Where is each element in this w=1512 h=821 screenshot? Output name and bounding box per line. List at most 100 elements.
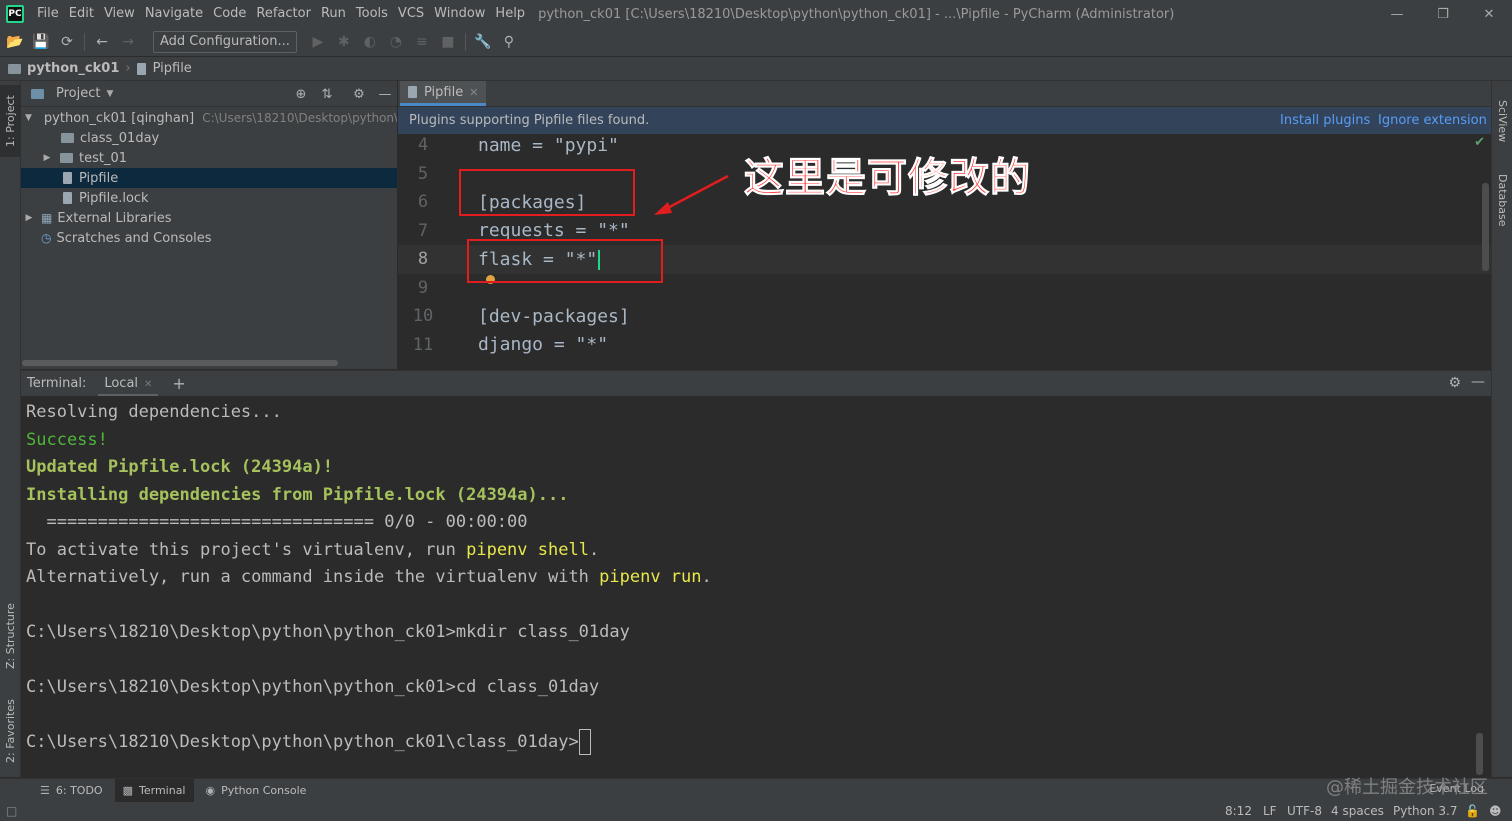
minimize-button[interactable]: — — [1374, 0, 1420, 28]
terminal-tab-local[interactable]: Local ✕ — [98, 371, 159, 396]
inspection-ok-icon[interactable]: ✔ — [1474, 135, 1485, 150]
tree-item-pipfile[interactable]: Pipfile — [21, 168, 397, 188]
terminal-line: C:\Users\18210\Desktop\python\python_ck0… — [26, 622, 630, 642]
chevron-down-icon[interactable]: ▼ — [106, 89, 113, 99]
terminal-vertical-scrollbar[interactable] — [1476, 733, 1483, 775]
inspector-icon[interactable]: ☻ — [1489, 804, 1502, 818]
debug-icon[interactable]: ✱ — [331, 29, 357, 55]
editor-vertical-scrollbar[interactable] — [1482, 183, 1489, 271]
gear-icon[interactable]: ⚙ — [349, 85, 369, 103]
tab-sciview-tool[interactable]: SciView — [1492, 91, 1512, 151]
terminal-line: Resolving dependencies... — [26, 402, 282, 422]
menu-tools[interactable]: Tools — [351, 0, 393, 28]
indent-setting[interactable]: 4 spaces — [1331, 804, 1384, 818]
close-tab-icon[interactable]: ✕ — [469, 86, 478, 99]
menu-run[interactable]: Run — [316, 0, 351, 28]
tree-item-test-01[interactable]: ▶ test_01 — [21, 148, 397, 168]
tree-item-class-01day[interactable]: class_01day — [21, 128, 397, 148]
horizontal-scrollbar[interactable] — [22, 360, 338, 366]
ignore-extension-link[interactable]: Ignore extension — [1378, 113, 1487, 128]
caret-position[interactable]: 8:12 — [1225, 804, 1252, 818]
tree-item-pipfile-lock[interactable]: Pipfile.lock — [21, 188, 397, 208]
left-tool-strip: 1: Project Z: Structure 2: Favorites — [0, 81, 21, 777]
search-icon[interactable]: ⚲ — [496, 29, 522, 55]
forward-arrow-icon[interactable]: → — [115, 29, 141, 55]
project-panel-header: Project ▼ ⊕ ⇅ ⚙ — — [21, 81, 397, 107]
tab-pipfile[interactable]: Pipfile ✕ — [400, 81, 487, 106]
python-icon: ◉ — [205, 784, 216, 797]
main-toolbar: 📂 💾 ⟳ ← → Add Configuration... ▶ ✱ ◐ ◔ ≡… — [0, 28, 1512, 57]
concurrency-icon[interactable]: ≡ — [409, 29, 435, 55]
line-separator[interactable]: LF — [1263, 804, 1277, 818]
python-interpreter[interactable]: Python 3.7 — [1393, 804, 1458, 818]
menu-vcs[interactable]: VCS — [393, 0, 429, 28]
wrench-settings-icon[interactable]: 🔧 — [470, 29, 496, 55]
close-button[interactable]: ✕ — [1466, 0, 1512, 28]
menu-navigate[interactable]: Navigate — [140, 0, 208, 28]
terminal-line: To activate this project's virtualenv, r… — [26, 539, 600, 560]
install-plugins-link[interactable]: Install plugins — [1280, 113, 1370, 128]
menu-code[interactable]: Code — [208, 0, 251, 28]
open-folder-icon[interactable]: 📂 — [2, 29, 28, 55]
breadcrumb-file[interactable]: Pipfile — [136, 61, 192, 76]
terminal-line: Installing dependencies from Pipfile.loc… — [26, 484, 569, 505]
back-arrow-icon[interactable]: ← — [89, 29, 115, 55]
tab-todo[interactable]: ☰ 6: TODO — [32, 779, 111, 803]
terminal-output[interactable]: Resolving dependencies... Success! Updat… — [26, 397, 1476, 777]
tab-favorites-tool[interactable]: 2: Favorites — [0, 691, 21, 771]
hide-panel-icon[interactable]: — — [375, 85, 395, 103]
annotation-arrow-icon — [654, 174, 729, 215]
save-all-icon[interactable]: 💾 — [28, 29, 54, 55]
terminal-icon: ▩ — [122, 784, 133, 797]
code-line[interactable]: 10 [dev-packages] — [398, 302, 1491, 331]
menu-refactor[interactable]: Refactor — [251, 0, 316, 28]
stop-icon[interactable]: ■ — [435, 29, 461, 55]
editor-tab-bar: Pipfile ✕ — [398, 81, 1491, 107]
menu-help[interactable]: Help — [490, 0, 530, 28]
scratches-icon: ◷ — [41, 231, 52, 245]
add-configuration-button[interactable]: Add Configuration... — [153, 31, 297, 53]
file-encoding[interactable]: UTF-8 — [1287, 804, 1322, 818]
menu-edit[interactable]: Edit — [64, 0, 99, 28]
project-view-selector[interactable]: Project — [56, 86, 100, 101]
tab-terminal[interactable]: ▩ Terminal — [114, 778, 194, 803]
terminal-tool-window: Terminal: Local ✕ + ⚙ — Resolving depende… — [21, 370, 1491, 777]
hide-panel-icon[interactable]: — — [1471, 374, 1485, 390]
status-bar: □ 8:12 LF UTF-8 4 spaces Python 3.7 🔓 ☻ — [0, 802, 1512, 821]
lock-icon[interactable]: 🔓 — [1465, 804, 1480, 818]
file-icon — [136, 62, 146, 75]
tree-item-project-root[interactable]: ▼ python_ck01 [qinghan] C:\Users\18210\D… — [21, 108, 397, 128]
coverage-icon[interactable]: ◐ — [357, 29, 383, 55]
locate-file-icon[interactable]: ⊕ — [291, 85, 311, 103]
gear-icon[interactable]: ⚙ — [1448, 375, 1461, 391]
library-icon: ▦ — [41, 211, 53, 225]
collapsed-arrow-icon[interactable]: ▶ — [41, 153, 53, 163]
terminal-prompt: C:\Users\18210\Desktop\python\python_ck0… — [26, 729, 591, 755]
expanded-arrow-icon[interactable]: ▼ — [25, 113, 32, 123]
run-icon[interactable]: ▶ — [305, 29, 331, 55]
sync-icon[interactable]: ⟳ — [54, 29, 80, 55]
collapse-all-icon[interactable]: ⇅ — [317, 85, 337, 103]
terminal-label: Terminal: — [27, 376, 87, 391]
menu-window[interactable]: Window — [429, 0, 490, 28]
annotation-box-flask — [467, 239, 663, 283]
close-tab-icon[interactable]: ✕ — [144, 379, 152, 390]
new-terminal-button[interactable]: + — [172, 374, 185, 393]
tree-item-external-libraries[interactable]: ▶ ▦ External Libraries — [21, 208, 397, 228]
tab-structure-tool[interactable]: Z: Structure — [0, 596, 21, 676]
collapsed-arrow-icon[interactable]: ▶ — [23, 213, 35, 223]
project-tool-window: Project ▼ ⊕ ⇅ ⚙ — ▼ python_ck01 [qinghan… — [21, 81, 398, 369]
breadcrumb-project[interactable]: python_ck01 — [8, 61, 119, 76]
menu-file[interactable]: File — [32, 0, 64, 28]
code-line[interactable]: 11 django = "*" — [398, 331, 1491, 360]
restore-button[interactable]: ❐ — [1420, 0, 1466, 28]
tree-item-scratches[interactable]: ◷ Scratches and Consoles — [21, 228, 397, 248]
toolbar-separator — [84, 33, 85, 51]
tab-python-console[interactable]: ◉ Python Console — [198, 779, 315, 803]
tab-project-tool[interactable]: 1: Project — [0, 85, 21, 157]
menu-view[interactable]: View — [99, 0, 140, 28]
terminal-line: C:\Users\18210\Desktop\python\python_ck0… — [26, 677, 600, 697]
profile-icon[interactable]: ◔ — [383, 29, 409, 55]
tab-database-tool[interactable]: Database — [1492, 165, 1512, 235]
tool-windows-toggle-icon[interactable]: □ — [6, 804, 17, 818]
